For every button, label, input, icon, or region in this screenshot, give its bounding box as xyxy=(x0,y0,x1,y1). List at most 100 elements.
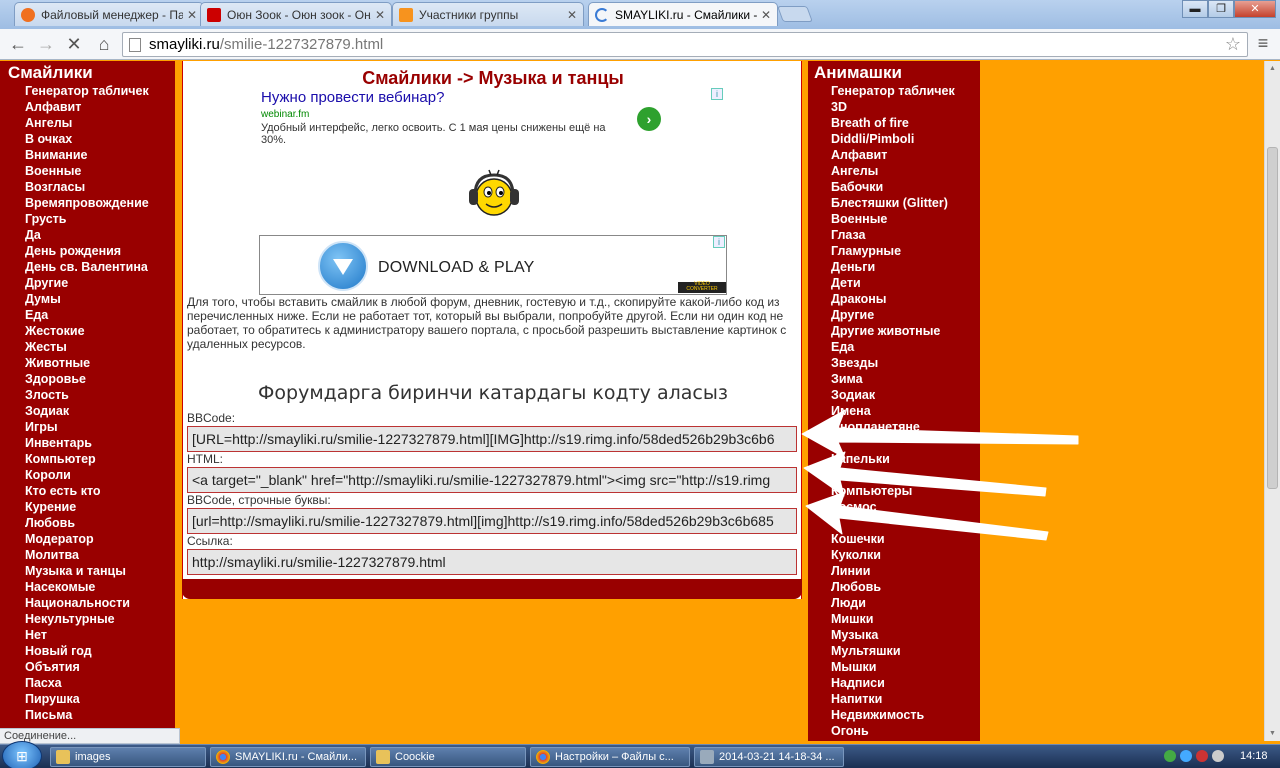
ad-info-icon[interactable]: i xyxy=(711,88,723,100)
volume-icon[interactable] xyxy=(1212,750,1224,762)
tab-close-icon[interactable]: ✕ xyxy=(761,8,771,22)
sidebar-left-item[interactable]: Новый год xyxy=(25,643,175,659)
taskbar-item-settings[interactable]: Настройки – Файлы с... xyxy=(530,747,690,767)
sidebar-left-item[interactable]: Думы xyxy=(25,291,175,307)
html-code-field[interactable]: <a target="_blank" href="http://smayliki… xyxy=(187,467,797,493)
sidebar-right-item[interactable]: Недвижимость xyxy=(831,707,980,723)
sidebar-right-item[interactable]: Зима xyxy=(831,371,980,387)
sidebar-left-item[interactable]: Кто есть кто xyxy=(25,483,175,499)
download-arrow-icon[interactable] xyxy=(318,241,368,291)
back-button[interactable]: ← xyxy=(6,33,30,55)
sidebar-right-item[interactable]: Военные xyxy=(831,211,980,227)
scroll-down-icon[interactable]: ▼ xyxy=(1269,730,1276,737)
sidebar-left-item[interactable]: Нет xyxy=(25,627,175,643)
sidebar-left-item[interactable]: Некультурные xyxy=(25,611,175,627)
sidebar-left-item[interactable]: Здоровье xyxy=(25,371,175,387)
page-scrollbar[interactable]: ▲ ▼ xyxy=(1264,61,1280,741)
sidebar-left-item[interactable]: Игры xyxy=(25,419,175,435)
sidebar-left-item[interactable]: Генератор табличек xyxy=(25,83,175,99)
sidebar-left-item[interactable]: Алфавит xyxy=(25,99,175,115)
sidebar-right-item[interactable]: Люди xyxy=(831,595,980,611)
sidebar-left-item[interactable]: Короли xyxy=(25,467,175,483)
scroll-thumb[interactable] xyxy=(1267,147,1278,489)
sidebar-left-item[interactable]: Курение xyxy=(25,499,175,515)
sidebar-left-item[interactable]: Национальности xyxy=(25,595,175,611)
sidebar-left-item[interactable]: Пирушка xyxy=(25,691,175,707)
sidebar-left-item[interactable]: Еда xyxy=(25,307,175,323)
sidebar-left-item[interactable]: Жестокие xyxy=(25,323,175,339)
sidebar-left-item[interactable]: Модератор xyxy=(25,531,175,547)
sidebar-right-item[interactable]: Другие животные xyxy=(831,323,980,339)
sidebar-left-item[interactable]: Музыка и танцы xyxy=(25,563,175,579)
sidebar-left-item[interactable]: Другие xyxy=(25,275,175,291)
sidebar-right-item[interactable]: Мишки xyxy=(831,611,980,627)
sync-icon[interactable] xyxy=(1180,750,1192,762)
taskbar-item-screenshot[interactable]: 2014-03-21 14-18-34 ... xyxy=(694,747,844,767)
sidebar-right-item[interactable]: Diddli/Pimboli xyxy=(831,131,980,147)
sidebar-right-item[interactable]: Линии xyxy=(831,563,980,579)
restore-button[interactable]: ❐ xyxy=(1208,0,1234,18)
sidebar-right-item[interactable]: Еда xyxy=(831,339,980,355)
sidebar-left-item[interactable]: Любовь xyxy=(25,515,175,531)
sidebar-right-item[interactable]: Дети xyxy=(831,275,980,291)
sidebar-left-item[interactable]: Жесты xyxy=(25,339,175,355)
sidebar-left-item[interactable]: Молитва xyxy=(25,547,175,563)
bookmark-star-icon[interactable]: ☆ xyxy=(1225,34,1241,55)
tab-group-members[interactable]: Участники группы ✕ xyxy=(392,2,584,26)
scroll-up-icon[interactable]: ▲ xyxy=(1269,65,1276,72)
sidebar-left-item[interactable]: Да xyxy=(25,227,175,243)
sidebar-right-item[interactable]: Надписи xyxy=(831,675,980,691)
sidebar-left-item[interactable]: Компьютер xyxy=(25,451,175,467)
taskbar-item-coockie[interactable]: Coockie xyxy=(370,747,526,767)
ad-info-icon[interactable]: i xyxy=(713,236,725,248)
sidebar-left-item[interactable]: Грусть xyxy=(25,211,175,227)
sidebar-left-item[interactable]: Ангелы xyxy=(25,115,175,131)
sidebar-left-item[interactable]: Животные xyxy=(25,355,175,371)
sidebar-right-item[interactable]: Музыка xyxy=(831,627,980,643)
sidebar-left-item[interactable]: В очках xyxy=(25,131,175,147)
text-ad[interactable]: Нужно провести вебинар? webinar.fm Удобн… xyxy=(261,88,727,156)
sidebar-right-item[interactable]: Мультяшки xyxy=(831,643,980,659)
sidebar-left-item[interactable]: Военные xyxy=(25,163,175,179)
sidebar-left-item[interactable]: День св. Валентина xyxy=(25,259,175,275)
sidebar-left-item[interactable]: День рождения xyxy=(25,243,175,259)
taskbar-item-images[interactable]: images xyxy=(50,747,206,767)
sidebar-right-item[interactable]: Блестяшки (Glitter) xyxy=(831,195,980,211)
tab-oyun-zook[interactable]: Оюн Зоок - Оюн зоок - Онл ✕ xyxy=(200,2,392,26)
tab-close-icon[interactable]: ✕ xyxy=(375,8,385,22)
sidebar-left-item[interactable]: Времяпровождение xyxy=(25,195,175,211)
sidebar-left-item[interactable]: Внимание xyxy=(25,147,175,163)
sidebar-right-item[interactable]: Драконы xyxy=(831,291,980,307)
sidebar-right-item[interactable]: Звезды xyxy=(831,355,980,371)
tab-file-manager[interactable]: Файловый менеджер - Пане ✕ xyxy=(14,2,204,26)
stop-button[interactable]: ✕ xyxy=(62,33,86,55)
minimize-button[interactable]: ▬ xyxy=(1182,0,1208,18)
sidebar-right-item[interactable]: Другие xyxy=(831,307,980,323)
sidebar-right-item[interactable]: Алфавит xyxy=(831,147,980,163)
new-tab-button[interactable] xyxy=(777,6,813,22)
sidebar-left-item[interactable]: Пасха xyxy=(25,675,175,691)
sidebar-left-item[interactable]: Письма xyxy=(25,707,175,723)
download-play-text[interactable]: DOWNLOAD & PLAY xyxy=(378,259,535,277)
sidebar-right-item[interactable]: Огонь xyxy=(831,723,980,739)
sidebar-right-item[interactable]: 3D xyxy=(831,99,980,115)
sidebar-left-item[interactable]: Возгласы xyxy=(25,179,175,195)
taskbar-item-smayliki[interactable]: SMAYLIKI.ru - Смайли... xyxy=(210,747,366,767)
sidebar-right-item[interactable]: Глаза xyxy=(831,227,980,243)
sidebar-right-item[interactable]: Деньги xyxy=(831,259,980,275)
ad-title[interactable]: Нужно провести вебинар? xyxy=(261,88,727,108)
link-field[interactable]: http://smayliki.ru/smilie-1227327879.htm… xyxy=(187,549,797,575)
sidebar-right-item[interactable]: Генератор табличек xyxy=(831,83,980,99)
network-icon[interactable] xyxy=(1164,750,1176,762)
antivirus-icon[interactable] xyxy=(1196,750,1208,762)
bbcode-lowercase-field[interactable]: [url=http://smayliki.ru/smilie-122732787… xyxy=(187,508,797,534)
download-ad-banner[interactable]: DOWNLOAD & PLAY VIDEO CONVERTER xyxy=(259,235,727,295)
sidebar-right-item[interactable]: Напитки xyxy=(831,691,980,707)
bbcode-field[interactable]: [URL=http://smayliki.ru/smilie-122732787… xyxy=(187,426,797,452)
tab-close-icon[interactable]: ✕ xyxy=(187,8,197,22)
address-bar[interactable]: smayliki.ru/smilie-1227327879.html ☆ xyxy=(122,32,1248,57)
sidebar-right-item[interactable]: Ангелы xyxy=(831,163,980,179)
close-window-button[interactable]: ✕ xyxy=(1234,0,1276,18)
sidebar-right-item[interactable]: Мышки xyxy=(831,659,980,675)
sidebar-left-item[interactable]: Объятия xyxy=(25,659,175,675)
